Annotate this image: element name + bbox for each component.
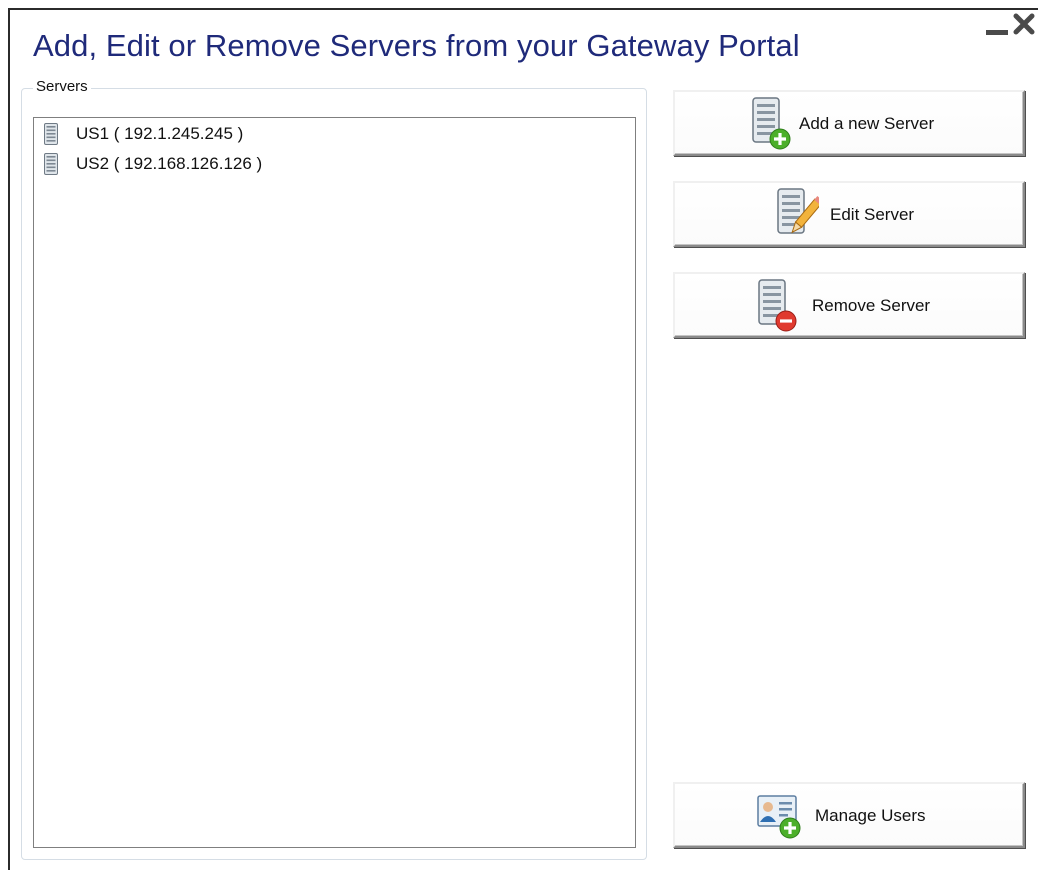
server-icon (44, 123, 58, 145)
edit-server-button[interactable]: Edit Server (673, 181, 1025, 247)
server-list-item[interactable]: US1 ( 192.1.245.245 ) (44, 122, 243, 146)
remove-server-button-label: Remove Server (812, 296, 931, 315)
remove-server-button[interactable]: Remove Server (673, 272, 1025, 338)
server-remove-icon (758, 279, 797, 332)
manage-users-button[interactable]: Manage Users (673, 782, 1025, 848)
window-controls (986, 12, 1038, 42)
servers-groupbox-label: Servers (33, 78, 91, 95)
edit-server-button-label: Edit Server (830, 205, 915, 224)
manage-users-button-label: Manage Users (815, 806, 926, 825)
window-frame-top (8, 8, 1038, 10)
servers-listbox[interactable]: US1 ( 192.1.245.245 ) US2 ( 192.168.126.… (33, 117, 636, 848)
server-icon (44, 153, 58, 175)
server-list-item-label: US1 ( 192.1.245.245 ) (76, 124, 244, 143)
window-frame-left (8, 8, 10, 870)
gateway-portal-server-dialog: Add, Edit or Remove Servers from your Ga… (0, 0, 1038, 870)
add-server-button-label: Add a new Server (799, 114, 935, 133)
server-add-icon (752, 97, 791, 150)
add-server-button[interactable]: Add a new Server (673, 90, 1025, 156)
close-icon[interactable] (1012, 12, 1036, 36)
minimize-icon[interactable] (986, 30, 1008, 35)
dialog-title: Add, Edit or Remove Servers from your Ga… (33, 28, 800, 63)
server-list-item[interactable]: US2 ( 192.168.126.126 ) (44, 152, 262, 176)
user-card-add-icon (757, 795, 801, 839)
server-list-item-label: US2 ( 192.168.126.126 ) (76, 154, 263, 173)
server-edit-icon (777, 188, 819, 234)
